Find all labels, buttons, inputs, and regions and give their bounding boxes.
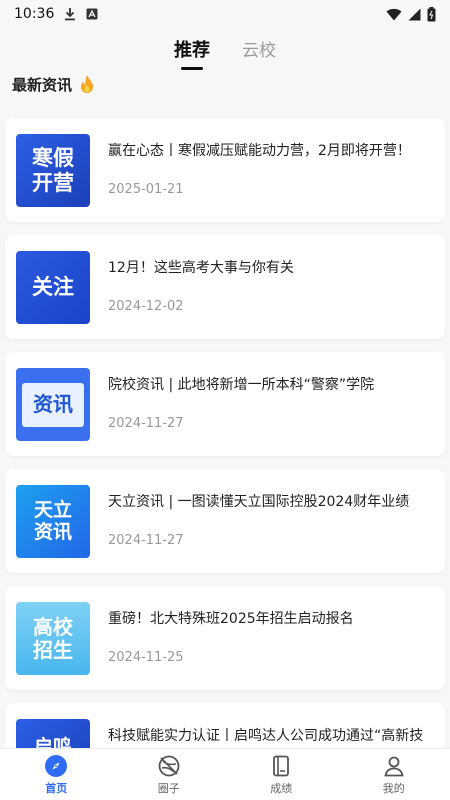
article-thumbnail: 启鸣 xyxy=(16,719,90,748)
article-date: 2025-01-21 xyxy=(108,182,184,197)
article-title: 院校资讯 | 此地将新增一所本科“警察”学院 xyxy=(108,377,375,393)
article-thumbnail: 关注 xyxy=(16,251,90,324)
nav-scores-label: 成绩 xyxy=(270,781,293,795)
article-card[interactable]: 关注 12月！这些高考大事与你有关 2024-12-02 xyxy=(5,235,445,339)
nav-home-label: 首页 xyxy=(45,781,68,795)
thumbnail-text: 高校 招生 xyxy=(33,614,73,662)
signal-icon xyxy=(408,8,421,20)
article-title: 科技赋能实力认证丨启鸣达人公司成功通过“高新技术企业”认定！ xyxy=(108,728,424,744)
article-card[interactable]: 资讯 院校资讯 | 此地将新增一所本科“警察”学院 2024-11-27 xyxy=(5,352,445,456)
battery-icon xyxy=(427,6,436,21)
article-date: 2024-11-27 xyxy=(108,533,184,548)
download-icon xyxy=(65,8,76,21)
nav-home[interactable]: 首页 xyxy=(26,754,86,796)
status-time: 10:36 xyxy=(14,6,55,22)
wifi-icon xyxy=(386,8,402,20)
article-card[interactable]: 寒假 开营 赢在心态丨寒假减压赋能动力营，2月即将开营！ 2025-01-21 xyxy=(5,118,445,222)
nav-mine-label: 我的 xyxy=(382,781,405,795)
status-bar: 10:36 xyxy=(0,0,450,28)
nav-circle-label: 圈子 xyxy=(157,781,180,795)
article-date: 2024-11-25 xyxy=(108,650,184,665)
app-notification-icon xyxy=(86,8,98,20)
article-title: 12月！这些高考大事与你有关 xyxy=(108,260,294,276)
article-title: 天立资讯 | 一图读懂天立国际控股2024财年业绩 xyxy=(108,494,410,510)
top-tabs: 推荐 云校 xyxy=(0,30,450,70)
thumbnail-text: 天立 资讯 xyxy=(33,498,72,543)
tab-recommend[interactable]: 推荐 xyxy=(174,30,210,62)
section-title: 最新资讯 xyxy=(12,75,73,94)
article-thumbnail: 资讯 xyxy=(16,368,90,441)
circle-icon xyxy=(158,755,180,776)
section-header: 最新资讯 xyxy=(12,72,96,96)
bottom-navigation: 首页 圈子 成绩 我的 xyxy=(0,748,450,800)
tab-cloud-school[interactable]: 云校 xyxy=(242,30,276,61)
article-date: 2024-11-27 xyxy=(108,416,184,431)
article-thumbnail: 高校 招生 xyxy=(16,602,90,675)
article-card[interactable]: 天立 资讯 天立资讯 | 一图读懂天立国际控股2024财年业绩 2024-11-2… xyxy=(5,469,445,573)
article-title: 赢在心态丨寒假减压赋能动力营，2月即将开营！ xyxy=(108,143,411,159)
nav-scores[interactable]: 成绩 xyxy=(251,754,311,796)
person-icon xyxy=(384,756,404,776)
fire-icon xyxy=(81,75,94,93)
compass-icon xyxy=(45,754,68,777)
nav-circle[interactable]: 圈子 xyxy=(139,754,199,796)
article-list: 寒假 开营 赢在心态丨寒假减压赋能动力营，2月即将开营！ 2025-01-21 关… xyxy=(0,108,450,748)
article-date: 2024-12-02 xyxy=(108,299,184,314)
thumbnail-text: 资讯 xyxy=(33,392,73,416)
article-thumbnail: 寒假 开营 xyxy=(16,134,90,207)
thumbnail-text: 启鸣 xyxy=(33,736,72,748)
book-icon xyxy=(273,755,290,776)
thumbnail-text: 关注 xyxy=(32,275,74,300)
thumbnail-text: 寒假 开营 xyxy=(32,146,74,195)
nav-mine[interactable]: 我的 xyxy=(364,754,424,796)
article-title: 重磅！北大特殊班2025年招生启动报名 xyxy=(108,611,354,627)
article-card[interactable]: 启鸣 科技赋能实力认证丨启鸣达人公司成功通过“高新技术企业”认定！ xyxy=(5,703,445,748)
article-thumbnail: 天立 资讯 xyxy=(16,485,90,558)
article-card[interactable]: 高校 招生 重磅！北大特殊班2025年招生启动报名 2024-11-25 xyxy=(5,586,445,690)
